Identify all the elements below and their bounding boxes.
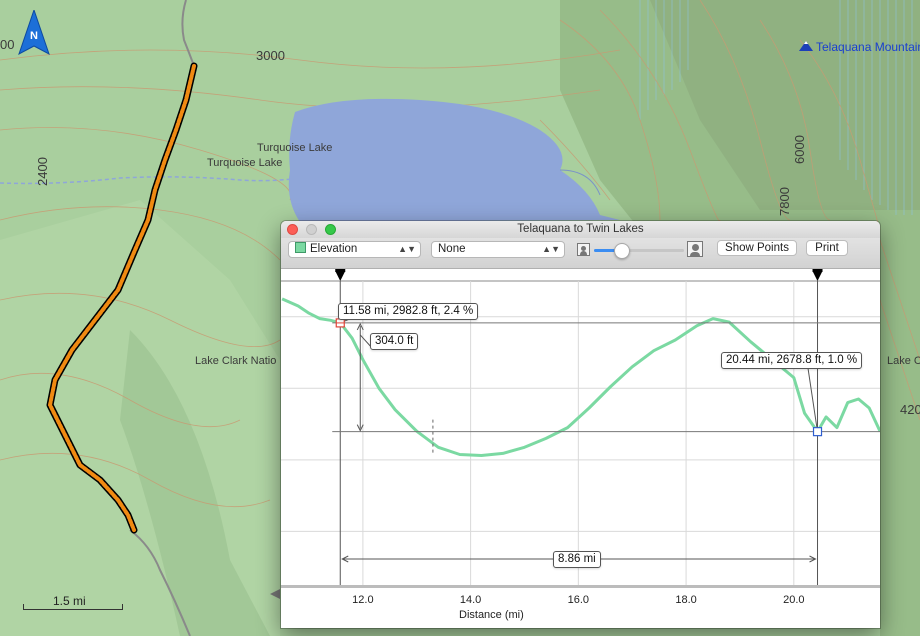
diff-label-pointer [359,334,371,347]
start-marker-handle-top [335,269,346,272]
elevation-chart[interactable]: 12.0 14.0 16.0 18.0 20.0 11.58 mi, 2982.8 ft… [281,269,880,628]
x-tick-label: 20.0 [783,594,804,606]
compare-value: None [438,243,466,255]
select-chevron-icon: ▲▼ [542,244,560,254]
show-points-button[interactable]: Show Points [717,240,797,256]
mountain-peak-icon [799,41,813,51]
elevation-diff-label: 304.0 ft [370,333,419,350]
place-label-turquoise-lake: Turquoise Lake [257,142,333,154]
place-label-turquoise-lake-2: Turquoise Lake [207,157,283,169]
zoom-slider-knob[interactable] [614,243,630,259]
profile-type-select[interactable]: Elevation ▲▼ [288,241,421,258]
zoom-slider[interactable] [594,243,684,259]
start-marker-handle-icon [335,271,346,281]
window-title: Telaquana to Twin Lakes [517,223,644,235]
contour-label-00: 00 [0,37,15,52]
title-bar[interactable]: Telaquana to Twin Lakes [281,221,880,238]
contour-label-6000: 6000 [791,135,807,164]
x-tick-label: 16.0 [568,594,589,606]
x-axis-title: Distance (mi) [459,609,524,621]
end-marker-handle-top [812,269,823,272]
elevation-swatch-icon [295,242,306,253]
peak-label-telaquana[interactable]: Telaquana Mountain, 7 [798,40,920,54]
elevation-chart-svg[interactable]: 12.0 14.0 16.0 18.0 20.0 [281,269,880,628]
contour-label-420: 420 [900,402,920,417]
x-tick-label: 12.0 [352,594,373,606]
scale-bar-line [23,604,123,610]
distance-label: 8.86 mi [553,551,601,568]
elevation-profile-window[interactable]: Telaquana to Twin Lakes Elevation ▲▼ Non… [281,221,880,628]
select-chevron-icon: ▲▼ [398,244,416,254]
peak-label-text: Telaquana Mountain, 7 [816,40,920,54]
contour-label-3000: 3000 [256,48,285,63]
scale-bar: 1.5 mi [23,592,123,612]
zoom-in-person-icon[interactable] [687,241,703,257]
x-tick-label: 18.0 [675,594,696,606]
svg-text:N: N [30,30,38,42]
print-button[interactable]: Print [806,240,848,256]
x-axis-bar [281,585,880,588]
end-marker-label: 20.44 mi, 2678.8 ft, 1.0 % [721,352,863,369]
zoom-out-person-icon[interactable] [577,243,590,256]
start-marker-label: 11.58 mi, 2982.8 ft, 2.4 % [338,303,479,320]
north-arrow-icon: N [18,10,50,56]
end-marker-handle-icon [812,271,823,281]
contour-label-7800: 7800 [776,187,792,216]
compare-select[interactable]: None ▲▼ [431,241,565,258]
end-point-marker [812,427,823,437]
x-tick-label: 14.0 [460,594,481,606]
place-label-lake-c: Lake C [887,355,920,367]
toolbar: Elevation ▲▼ None ▲▼ Show Points Print [281,238,880,269]
place-label-lake-clark: Lake Clark Natio [195,355,277,367]
contour-label-2400: 2400 [34,157,50,186]
profile-type-value: Elevation [310,243,358,255]
